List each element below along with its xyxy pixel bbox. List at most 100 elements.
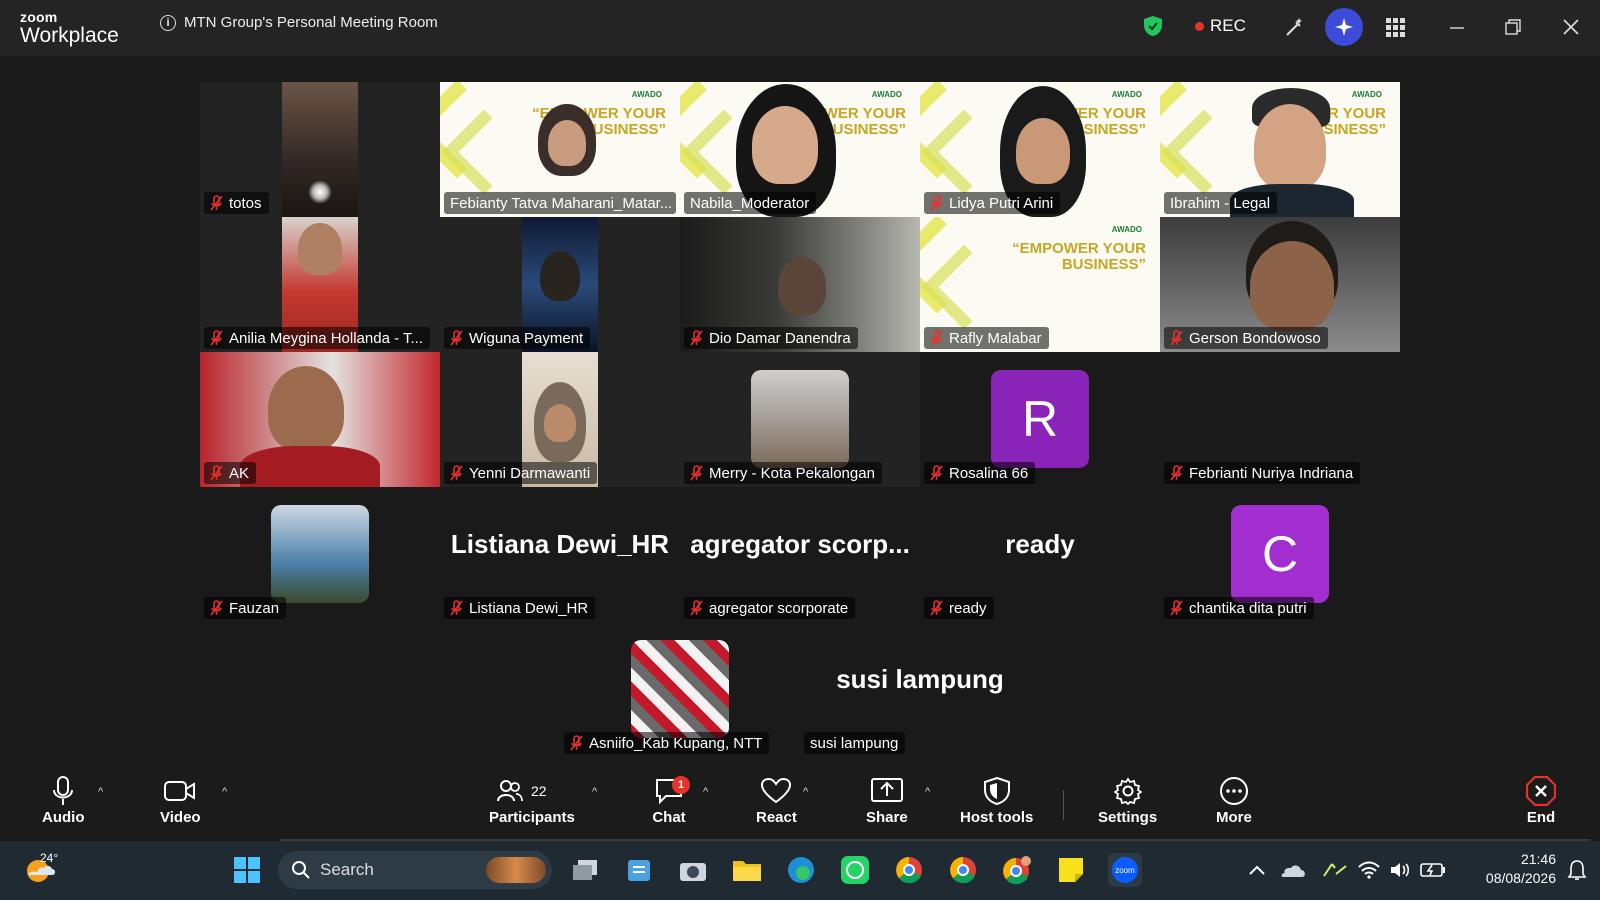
apps-grid-icon[interactable]	[1382, 14, 1408, 40]
video-tile-fauzan[interactable]: Fauzan	[200, 487, 440, 622]
participant-name: Febianty Tatva Maharani_Matar...	[450, 194, 673, 212]
end-meeting-button[interactable]: End	[1524, 776, 1558, 832]
react-options-chevron-icon[interactable]: ^	[803, 786, 815, 798]
participant-name: Anilia Meygina Hollanda - T...	[229, 329, 423, 347]
muted-mic-icon	[450, 600, 463, 616]
banner-brand: AWADO	[1111, 225, 1142, 234]
video-tile-rosalina[interactable]: R Rosalina 66	[920, 352, 1160, 487]
annotate-icon[interactable]	[1282, 14, 1308, 40]
restore-icon[interactable]	[1500, 14, 1526, 40]
sticky-notes-icon[interactable]	[1054, 853, 1088, 887]
participant-face	[540, 251, 580, 301]
video-tile-ak[interactable]: AK	[200, 352, 440, 487]
notepad-app-icon[interactable]	[622, 853, 656, 887]
taskbar-search-input[interactable]: Search	[278, 851, 552, 889]
system-clock[interactable]: 21:46 08/08/2026	[1470, 850, 1556, 888]
host-tools-button[interactable]: Host tools	[960, 776, 1033, 832]
settings-button[interactable]: Settings	[1098, 776, 1157, 832]
video-tile-yenni[interactable]: Yenni Darmawanti	[440, 352, 680, 487]
chrome-icon[interactable]	[892, 853, 926, 887]
react-button[interactable]: React	[756, 776, 797, 832]
video-tile-susi[interactable]: susi lampung susi lampung	[800, 622, 1040, 757]
edge-browser-icon[interactable]	[784, 853, 818, 887]
participant-shirt	[240, 446, 380, 487]
chrome-profile-3-icon[interactable]	[1000, 853, 1034, 887]
muted-mic-icon	[210, 600, 223, 616]
participant-nametag: Nabila_Moderator	[684, 192, 817, 214]
info-icon[interactable]: i	[160, 14, 176, 31]
camera-app-icon[interactable]	[676, 853, 710, 887]
participant-nametag: Anilia Meygina Hollanda - T...	[204, 327, 430, 349]
video-button[interactable]: Video	[160, 776, 201, 832]
meeting-info[interactable]: i MTN Group's Personal Meeting Room	[160, 14, 438, 31]
participant-name: Ibrahim - Legal	[1170, 194, 1271, 212]
video-tile-nabila[interactable]: AWADO “EMPOWER YOUR BUSINESS” Nabila_Mode…	[680, 82, 920, 217]
recording-indicator[interactable]: REC	[1195, 16, 1246, 36]
settings-label: Settings	[1098, 809, 1158, 826]
weather-widget[interactable]: 24°	[24, 851, 58, 886]
share-button[interactable]: Share	[866, 776, 908, 832]
video-tile-merry[interactable]: Merry - Kota Pekalongan	[680, 352, 920, 487]
notification-bell-icon[interactable]	[1560, 853, 1594, 887]
toolbar-divider	[1063, 790, 1064, 820]
participant-name: totos	[229, 194, 262, 212]
video-tile-dio[interactable]: Dio Damar Danendra	[680, 217, 920, 352]
chat-options-chevron-icon[interactable]: ^	[703, 786, 715, 798]
zoom-taskbar-icon[interactable]: zoom	[1108, 853, 1142, 887]
participant-nametag: Dio Damar Danendra	[684, 327, 858, 349]
participant-face	[544, 404, 576, 442]
video-tile-anilia[interactable]: Anilia Meygina Hollanda - T...	[200, 217, 440, 352]
video-tile-asniifo[interactable]: Asniifo_Kab Kupang, NTT	[560, 622, 800, 757]
chrome-profile-2-icon[interactable]	[946, 853, 980, 887]
video-tile-agregator[interactable]: agregator scorp... agregator scorporate	[680, 487, 920, 622]
video-tile-ibrahim[interactable]: AWADO “EMPOWER YOURBUSINESS” Ibrahim - L…	[1160, 82, 1400, 217]
video-tile-listiana[interactable]: Listiana Dewi_HR Listiana Dewi_HR	[440, 487, 680, 622]
muted-mic-icon	[1170, 330, 1183, 346]
pen-input-icon[interactable]	[1318, 853, 1352, 887]
video-tile-gerson[interactable]: Gerson Bondowoso	[1160, 217, 1400, 352]
file-explorer-icon[interactable]	[730, 853, 764, 887]
minimize-icon[interactable]	[1444, 14, 1470, 40]
participant-nametag: Lidya Putri Arini	[924, 192, 1061, 214]
participant-name: ready	[949, 599, 987, 617]
volume-icon[interactable]	[1384, 853, 1418, 887]
wifi-icon[interactable]	[1352, 853, 1386, 887]
muted-mic-icon	[930, 330, 943, 346]
video-tile-febrianti[interactable]: Febrianti Nuriya Indriana	[1160, 352, 1400, 487]
participants-options-chevron-icon[interactable]: ^	[592, 786, 604, 798]
video-tile-ready[interactable]: ready ready	[920, 487, 1160, 622]
more-button[interactable]: More	[1216, 776, 1252, 832]
video-tile-rafly[interactable]: AWADO “EMPOWER YOUR BUSINESS” Rafly Malab…	[920, 217, 1160, 352]
battery-charging-icon[interactable]	[1416, 853, 1450, 887]
task-view-icon[interactable]	[568, 853, 602, 887]
security-shield-icon[interactable]	[1143, 15, 1163, 37]
share-options-chevron-icon[interactable]: ^	[925, 786, 937, 798]
audio-button[interactable]: Audio	[42, 776, 85, 832]
initial-avatar: C	[1231, 505, 1329, 603]
participant-name: chantika dita putri	[1189, 599, 1307, 617]
ai-companion-icon[interactable]	[1325, 8, 1363, 46]
participant-nametag: Listiana Dewi_HR	[444, 597, 596, 619]
show-hidden-icons-chevron-icon[interactable]	[1240, 853, 1274, 887]
video-tile-totos[interactable]: totos	[200, 82, 440, 217]
close-icon[interactable]	[1558, 14, 1584, 40]
participant-name: Wiguna Payment	[469, 329, 584, 347]
video-tile-lidya[interactable]: AWADO “EMPOWER YOUR BUSINESS” Lidya Putri…	[920, 82, 1160, 217]
participants-button[interactable]: 22 Participants	[489, 776, 575, 832]
more-label: More	[1216, 809, 1252, 826]
participant-face	[1250, 241, 1334, 331]
windows-start-icon[interactable]	[230, 853, 264, 887]
video-tile-febianty[interactable]: AWADO “EMPOWER YOUR BUSINESS” Febianty Ta…	[440, 82, 680, 217]
muted-mic-icon	[1170, 600, 1183, 616]
onedrive-cloud-icon[interactable]	[1276, 853, 1310, 887]
video-tile-wiguna[interactable]: Wiguna Payment	[440, 217, 680, 352]
whatsapp-icon[interactable]	[838, 853, 872, 887]
host-shield-icon	[980, 776, 1014, 806]
video-tile-chantika[interactable]: C chantika dita putri	[1160, 487, 1400, 622]
video-options-chevron-icon[interactable]: ^	[222, 786, 234, 798]
muted-mic-icon	[210, 195, 223, 211]
participant-nametag: ready	[924, 597, 994, 619]
audio-options-chevron-icon[interactable]: ^	[98, 786, 110, 798]
participant-name: Gerson Bondowoso	[1189, 329, 1321, 347]
participant-nametag: AK	[204, 462, 257, 484]
